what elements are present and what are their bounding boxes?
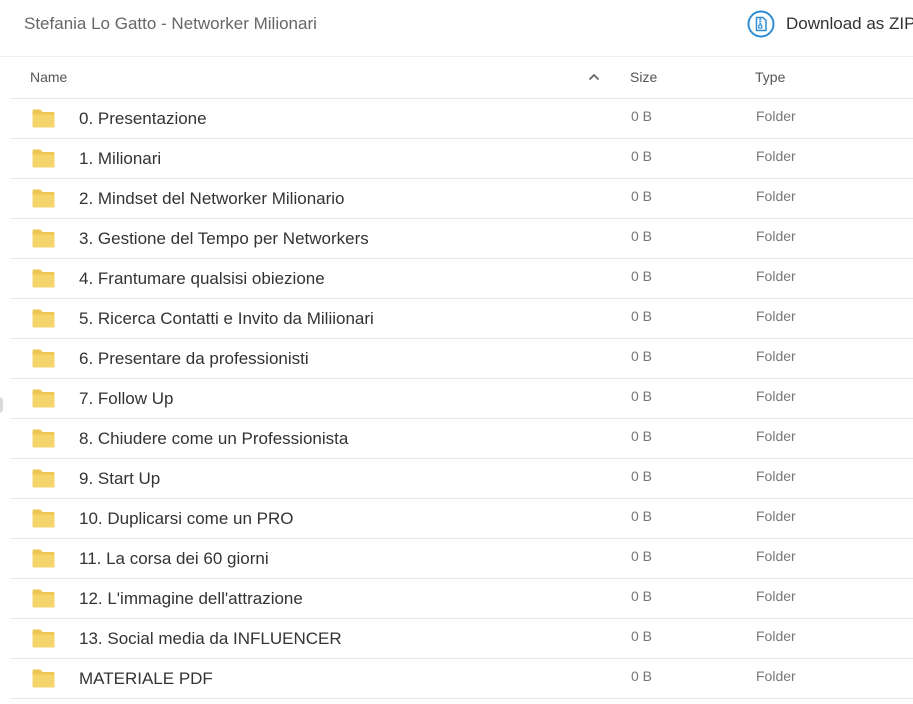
file-type: Folder (756, 148, 796, 164)
column-header-size[interactable]: Size (630, 69, 657, 85)
file-row[interactable]: 9. Start Up 0 B Folder (10, 459, 913, 499)
file-name: 7. Follow Up (79, 389, 174, 408)
file-size: 0 B (631, 468, 653, 484)
file-name: 6. Presentare da professionisti (79, 349, 309, 368)
file-name: 12. L'immagine dell'attrazione (79, 589, 303, 608)
file-row[interactable]: 11. La corsa dei 60 giorni 0 B Folder (10, 539, 913, 579)
file-row[interactable]: 1. Milionari 0 B Folder (10, 139, 913, 179)
chevron-up-icon[interactable] (588, 71, 600, 83)
file-type: Folder (756, 108, 796, 124)
file-row[interactable]: 8. Chiudere come un Professionista 0 B F… (10, 419, 913, 459)
folder-icon (32, 429, 55, 448)
file-name: 4. Frantumare qualsisi obiezione (79, 269, 325, 288)
file-size: 0 B (631, 588, 653, 604)
file-type: Folder (756, 348, 796, 364)
file-name: 9. Start Up (79, 469, 161, 488)
file-name: 2. Mindset del Networker Milionario (79, 189, 345, 208)
file-name: 8. Chiudere come un Professionista (79, 429, 349, 448)
folder-icon (32, 349, 55, 368)
file-name: 0. Presentazione (79, 109, 207, 128)
file-size: 0 B (631, 348, 653, 364)
file-type: Folder (756, 668, 796, 684)
file-size: 0 B (631, 308, 653, 324)
file-row[interactable]: 13. Social media da INFLUENCER 0 B Folde… (10, 619, 913, 659)
file-row[interactable]: 4. Frantumare qualsisi obiezione 0 B Fol… (10, 259, 913, 299)
file-row[interactable]: 6. Presentare da professionisti 0 B Fold… (10, 339, 913, 379)
folder-icon (32, 189, 55, 208)
file-name: 3. Gestione del Tempo per Networkers (79, 229, 369, 248)
file-size: 0 B (631, 268, 653, 284)
file-size: 0 B (631, 188, 653, 204)
folder-icon (32, 229, 55, 248)
file-row[interactable]: 5. Ricerca Contatti e Invito da Miliiona… (10, 299, 913, 339)
file-size: 0 B (631, 388, 653, 404)
file-type: Folder (756, 428, 796, 444)
file-size: 0 B (631, 428, 653, 444)
page-title: Stefania Lo Gatto - Networker Milionari (24, 14, 317, 33)
file-size: 0 B (631, 148, 653, 164)
column-header-type[interactable]: Type (755, 69, 785, 85)
file-type: Folder (756, 548, 796, 564)
file-row[interactable]: 12. L'immagine dell'attrazione 0 B Folde… (10, 579, 913, 619)
file-type: Folder (756, 468, 796, 484)
file-size: 0 B (631, 548, 653, 564)
folder-icon (32, 669, 55, 688)
folder-icon (32, 629, 55, 648)
file-row[interactable]: 7. Follow Up 0 B Folder (10, 379, 913, 419)
folder-icon (32, 149, 55, 168)
folder-icon (32, 469, 55, 488)
folder-icon (32, 269, 55, 288)
file-type: Folder (756, 588, 796, 604)
folder-icon (32, 509, 55, 528)
file-list: 0. Presentazione 0 B Folder 1. Milionari… (10, 99, 913, 699)
file-name: 11. La corsa dei 60 giorni (79, 549, 269, 568)
file-name: 10. Duplicarsi come un PRO (79, 509, 294, 528)
file-type: Folder (756, 508, 796, 524)
folder-icon (32, 389, 55, 408)
file-type: Folder (756, 268, 796, 284)
column-header-row: Name Size Type (10, 57, 913, 99)
folder-icon (32, 309, 55, 328)
file-row[interactable]: 0. Presentazione 0 B Folder (10, 99, 913, 139)
file-type: Folder (756, 228, 796, 244)
file-type: Folder (756, 188, 796, 204)
file-type: Folder (756, 388, 796, 404)
file-type: Folder (756, 628, 796, 644)
file-name: 1. Milionari (79, 149, 162, 168)
file-size: 0 B (631, 668, 653, 684)
folder-icon (32, 589, 55, 608)
file-row[interactable]: 2. Mindset del Networker Milionario 0 B … (10, 179, 913, 219)
file-row[interactable]: MATERIALE PDF 0 B Folder (10, 659, 913, 699)
file-size: 0 B (631, 508, 653, 524)
file-type: Folder (756, 308, 796, 324)
file-size: 0 B (631, 108, 653, 124)
zip-archive-icon (747, 10, 775, 38)
file-name: MATERIALE PDF (79, 669, 213, 688)
file-name: 13. Social media da INFLUENCER (79, 629, 342, 648)
top-bar: Stefania Lo Gatto - Networker Milionari … (0, 0, 913, 57)
download-zip-button[interactable]: Download as ZIP (747, 10, 913, 38)
scroll-edge-indicator (0, 397, 3, 413)
folder-icon (32, 109, 55, 128)
download-zip-label: Download as ZIP (786, 14, 913, 33)
folder-icon (32, 549, 55, 568)
file-row[interactable]: 3. Gestione del Tempo per Networkers 0 B… (10, 219, 913, 259)
file-size: 0 B (631, 228, 653, 244)
file-size: 0 B (631, 628, 653, 644)
file-name: 5. Ricerca Contatti e Invito da Miliiona… (79, 309, 374, 328)
file-row[interactable]: 10. Duplicarsi come un PRO 0 B Folder (10, 499, 913, 539)
column-header-name[interactable]: Name (30, 69, 67, 85)
